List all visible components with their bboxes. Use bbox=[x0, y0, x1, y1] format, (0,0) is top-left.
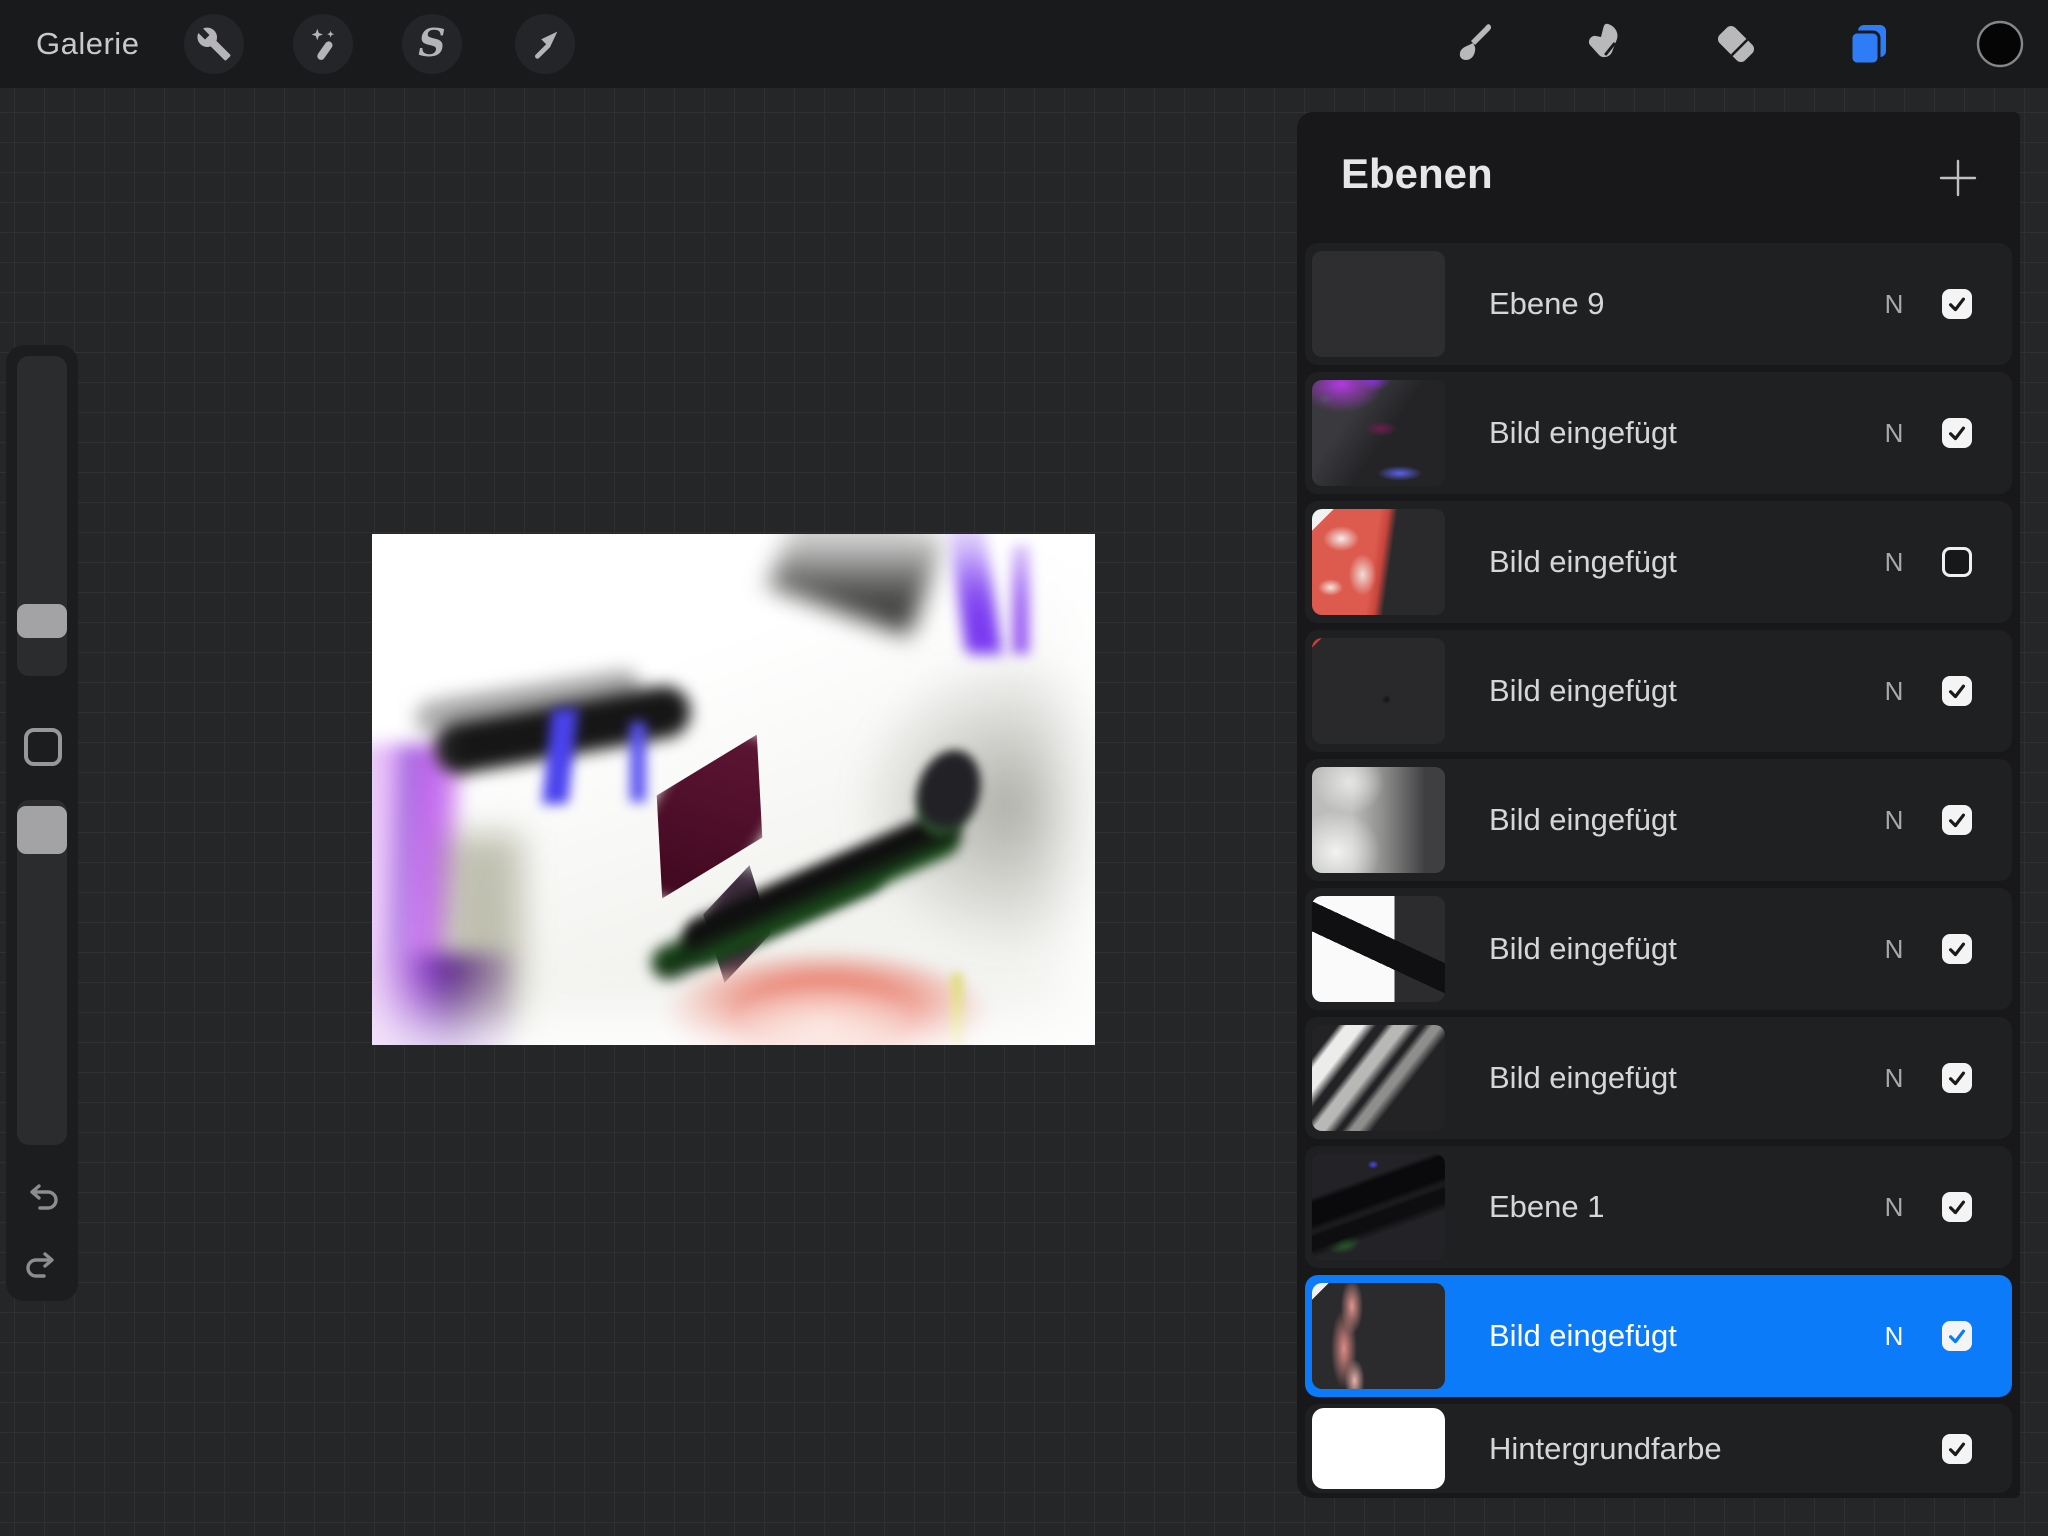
gallery-button[interactable]: Galerie bbox=[36, 0, 139, 88]
layer-thumbnail[interactable] bbox=[1312, 251, 1445, 357]
checkmark-icon bbox=[1945, 937, 1969, 961]
paintbrush-icon bbox=[1446, 18, 1498, 70]
top-toolbar: Galerie S bbox=[0, 0, 2048, 88]
blend-mode-badge[interactable]: N bbox=[1874, 934, 1914, 965]
checkmark-icon bbox=[1945, 421, 1969, 445]
transform-button[interactable] bbox=[515, 14, 575, 74]
layer-row[interactable]: Bild eingefügtN bbox=[1305, 1275, 2012, 1397]
layers-panel-button[interactable] bbox=[1835, 10, 1903, 78]
blend-mode-badge[interactable]: N bbox=[1874, 289, 1914, 320]
layer-row[interactable]: Bild eingefügtN bbox=[1305, 630, 2012, 752]
redo-button[interactable] bbox=[20, 1242, 64, 1286]
selection-button[interactable]: S bbox=[402, 14, 462, 74]
transform-arrow-icon bbox=[526, 25, 564, 63]
magic-wand-icon bbox=[304, 25, 342, 63]
layer-row[interactable]: Ebene 9N bbox=[1305, 243, 2012, 365]
eraser-icon bbox=[1710, 18, 1762, 70]
layer-name: Bild eingefügt bbox=[1489, 802, 1874, 838]
layer-name: Bild eingefügt bbox=[1489, 544, 1874, 580]
layer-thumbnail[interactable] bbox=[1312, 896, 1445, 1002]
layer-visibility-checkbox[interactable] bbox=[1942, 805, 1972, 835]
canvas-artwork[interactable] bbox=[372, 534, 1095, 1045]
redo-icon bbox=[22, 1244, 62, 1284]
brush-size-handle[interactable] bbox=[17, 604, 67, 638]
smudge-tool-button[interactable] bbox=[1570, 10, 1638, 78]
layer-thumbnail[interactable] bbox=[1312, 767, 1445, 873]
layer-row[interactable]: Ebene 1N bbox=[1305, 1146, 2012, 1268]
layer-name: Ebene 9 bbox=[1489, 286, 1874, 322]
layer-thumbnail[interactable] bbox=[1312, 509, 1445, 615]
blend-mode-badge[interactable]: N bbox=[1874, 1192, 1914, 1223]
layer-name: Bild eingefügt bbox=[1489, 673, 1874, 709]
layer-name: Bild eingefügt bbox=[1489, 1318, 1874, 1354]
checkmark-icon bbox=[1945, 1195, 1969, 1219]
layers-icon bbox=[1842, 17, 1896, 71]
layer-visibility-checkbox[interactable] bbox=[1942, 1063, 1972, 1093]
layer-name: Bild eingefügt bbox=[1489, 1060, 1874, 1096]
layer-list: Ebene 9NBild eingefügtNBild eingefügtNBi… bbox=[1297, 243, 2020, 1493]
layer-name: Bild eingefügt bbox=[1489, 931, 1874, 967]
layer-visibility-checkbox[interactable] bbox=[1942, 1321, 1972, 1351]
blend-mode-badge[interactable]: N bbox=[1874, 1063, 1914, 1094]
checkmark-icon bbox=[1945, 1437, 1969, 1461]
layer-visibility-checkbox[interactable] bbox=[1942, 418, 1972, 448]
sidebar bbox=[6, 345, 78, 1301]
layer-name: Ebene 1 bbox=[1489, 1189, 1874, 1225]
blend-mode-badge[interactable]: N bbox=[1874, 676, 1914, 707]
layer-thumbnail[interactable] bbox=[1312, 1025, 1445, 1131]
layer-thumbnail[interactable] bbox=[1312, 1154, 1445, 1260]
layer-thumbnail[interactable] bbox=[1312, 380, 1445, 486]
blend-mode-badge[interactable]: N bbox=[1874, 547, 1914, 578]
plus-icon bbox=[1938, 158, 1978, 198]
layers-panel-title: Ebenen bbox=[1341, 150, 1493, 198]
layer-visibility-checkbox[interactable] bbox=[1942, 547, 1972, 577]
actions-button[interactable] bbox=[184, 14, 244, 74]
layer-row[interactable]: Bild eingefügtN bbox=[1305, 1017, 2012, 1139]
adjustments-button[interactable] bbox=[293, 14, 353, 74]
checkmark-icon bbox=[1945, 808, 1969, 832]
undo-icon bbox=[22, 1176, 62, 1216]
layer-row[interactable]: Bild eingefügtN bbox=[1305, 888, 2012, 1010]
layer-visibility-checkbox[interactable] bbox=[1942, 289, 1972, 319]
layer-visibility-checkbox[interactable] bbox=[1942, 1192, 1972, 1222]
blend-mode-badge[interactable]: N bbox=[1874, 418, 1914, 449]
blend-mode-badge[interactable]: N bbox=[1874, 805, 1914, 836]
layers-panel: Ebenen Ebene 9NBild eingefügtNBild einge… bbox=[1297, 112, 2020, 1498]
blend-mode-badge[interactable]: N bbox=[1874, 1321, 1914, 1352]
artwork-white-vignette bbox=[372, 534, 1095, 1045]
layer-name: Hintergrundfarbe bbox=[1489, 1431, 1874, 1467]
add-layer-button[interactable] bbox=[1938, 158, 1978, 198]
layer-visibility-checkbox[interactable] bbox=[1942, 934, 1972, 964]
layer-row[interactable]: Bild eingefügtN bbox=[1305, 372, 2012, 494]
layer-thumbnail[interactable] bbox=[1312, 1283, 1445, 1389]
checkmark-icon bbox=[1945, 1066, 1969, 1090]
layer-name: Bild eingefügt bbox=[1489, 415, 1874, 451]
layer-visibility-checkbox[interactable] bbox=[1942, 1434, 1972, 1464]
opacity-handle[interactable] bbox=[17, 806, 67, 854]
wrench-icon bbox=[196, 26, 232, 62]
paint-tool-button[interactable] bbox=[1438, 10, 1506, 78]
checkmark-icon bbox=[1945, 292, 1969, 316]
modify-button[interactable] bbox=[24, 728, 62, 766]
layer-thumbnail[interactable] bbox=[1312, 638, 1445, 744]
layer-visibility-checkbox[interactable] bbox=[1942, 676, 1972, 706]
selection-s-icon: S bbox=[418, 20, 445, 65]
layer-row[interactable]: Bild eingefügtN bbox=[1305, 759, 2012, 881]
layer-row[interactable]: Bild eingefügtN bbox=[1305, 501, 2012, 623]
checkmark-icon bbox=[1945, 1324, 1969, 1348]
color-swatch-icon bbox=[1973, 17, 2027, 71]
color-swatch-button[interactable] bbox=[1966, 10, 2034, 78]
checkmark-icon bbox=[1945, 679, 1969, 703]
layer-row-background[interactable]: Hintergrundfarbe bbox=[1305, 1404, 2012, 1493]
layers-panel-header: Ebenen bbox=[1297, 112, 2020, 243]
smudge-icon bbox=[1578, 18, 1630, 70]
erase-tool-button[interactable] bbox=[1702, 10, 1770, 78]
undo-button[interactable] bbox=[20, 1174, 64, 1218]
layer-thumbnail[interactable] bbox=[1312, 1408, 1445, 1489]
